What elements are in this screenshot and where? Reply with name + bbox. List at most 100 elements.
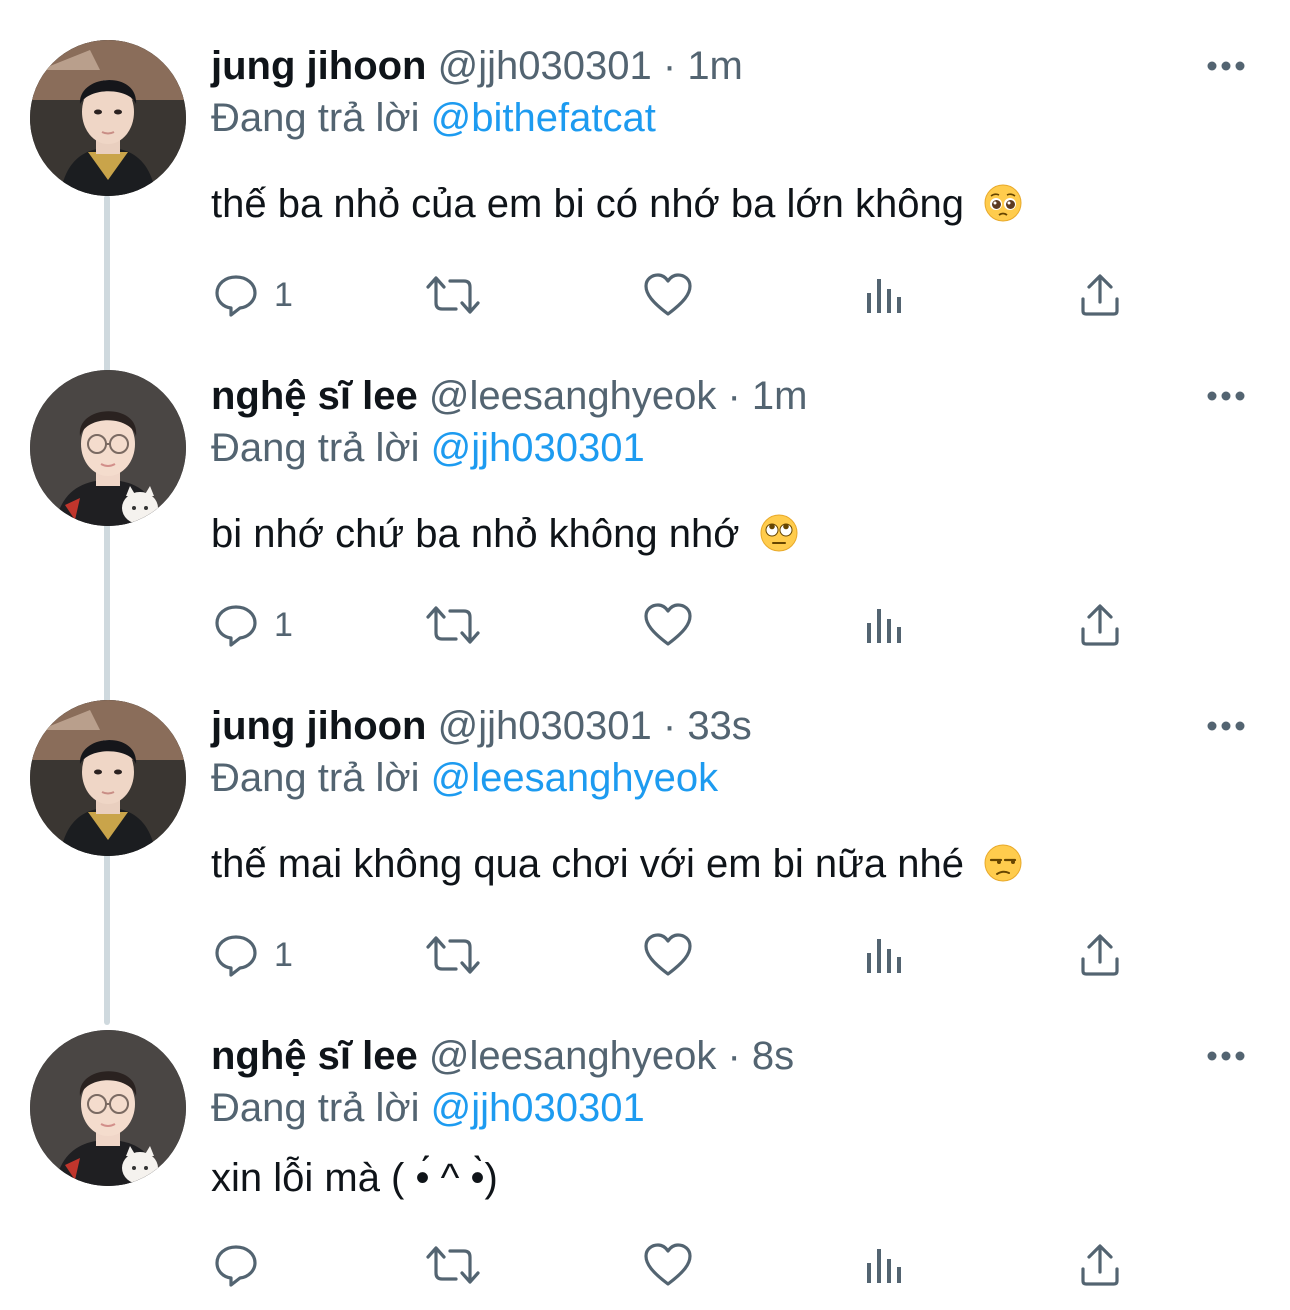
tweet-text-content: xin lỗi mà ( •́ ^ •̀) bbox=[211, 1156, 498, 1200]
replying-to: Đang trả lời @leesanghyeok bbox=[211, 756, 718, 800]
tweet-text-content: thế ba nhỏ của em bi có nhớ ba lớn không bbox=[211, 182, 964, 226]
tweet-header: nghệ sĩ lee @leesanghyeok · 1m bbox=[211, 374, 808, 418]
like-button[interactable] bbox=[642, 910, 694, 1000]
display-name[interactable]: jung jihoon bbox=[211, 44, 427, 88]
tweet-text: xin lỗi mà ( •́ ^ •̀) bbox=[211, 1154, 498, 1202]
retweet-icon bbox=[426, 1246, 480, 1284]
like-icon bbox=[644, 273, 692, 316]
jung-jihoon-avatar bbox=[30, 40, 186, 196]
timestamp[interactable]: 33s bbox=[687, 704, 752, 748]
share-button[interactable] bbox=[1076, 580, 1124, 670]
replying-to-label: Đang trả lời bbox=[211, 1086, 420, 1130]
reply-mention-link[interactable]: @jjh030301 bbox=[431, 426, 645, 470]
view-analytics-button[interactable] bbox=[862, 910, 908, 1000]
more-icon bbox=[1207, 61, 1245, 71]
share-icon bbox=[1081, 274, 1119, 316]
tweet-text: thế mai không qua chơi với em bi nữa nhé bbox=[211, 840, 1023, 888]
tweet-header: jung jihoon @jjh030301 · 33s bbox=[211, 704, 752, 748]
reply-mention-link[interactable]: @leesanghyeok bbox=[431, 756, 718, 800]
tweet[interactable]: jung jihoon @jjh030301 · 1m Đang trả lời… bbox=[0, 0, 1290, 330]
username[interactable]: @jjh030301 bbox=[438, 44, 652, 88]
tweet-actions: 1 bbox=[0, 580, 1290, 670]
reply-button[interactable] bbox=[212, 1220, 260, 1310]
username[interactable]: @leesanghyeok bbox=[429, 374, 716, 418]
retweet-button[interactable] bbox=[424, 250, 482, 340]
more-options-button[interactable] bbox=[1206, 1048, 1246, 1064]
reply-icon bbox=[215, 1245, 257, 1287]
display-name[interactable]: nghệ sĩ lee bbox=[211, 1034, 418, 1078]
timestamp[interactable]: 1m bbox=[687, 44, 743, 88]
share-button[interactable] bbox=[1076, 1220, 1124, 1310]
avatar[interactable] bbox=[30, 1030, 186, 1186]
view-analytics-button[interactable] bbox=[862, 1220, 908, 1310]
like-icon bbox=[644, 1243, 692, 1286]
share-icon bbox=[1081, 934, 1119, 976]
like-button[interactable] bbox=[642, 250, 694, 340]
display-name[interactable]: jung jihoon bbox=[211, 704, 427, 748]
retweet-button[interactable] bbox=[424, 1220, 482, 1310]
reply-mention-link[interactable]: @jjh030301 bbox=[431, 1086, 645, 1130]
avatar[interactable] bbox=[30, 40, 186, 196]
nghe-si-lee-avatar bbox=[30, 1030, 186, 1186]
username[interactable]: @leesanghyeok bbox=[429, 1034, 716, 1078]
replying-to: Đang trả lời @bithefatcat bbox=[211, 96, 656, 140]
timestamp[interactable]: 1m bbox=[752, 374, 808, 418]
reply-mention-link[interactable]: @bithefatcat bbox=[431, 96, 656, 140]
view-analytics-button[interactable] bbox=[862, 250, 908, 340]
like-button[interactable] bbox=[642, 1220, 694, 1310]
share-icon bbox=[1081, 604, 1119, 646]
replying-to: Đang trả lời @jjh030301 bbox=[211, 1086, 645, 1130]
reply-count: 1 bbox=[274, 935, 293, 974]
share-icon bbox=[1081, 1244, 1119, 1286]
avatar[interactable] bbox=[30, 700, 186, 856]
share-button[interactable] bbox=[1076, 250, 1124, 340]
reply-icon bbox=[215, 935, 257, 977]
more-icon bbox=[1207, 1051, 1245, 1061]
pleading-face-emoji-icon bbox=[984, 184, 1022, 222]
avatar[interactable] bbox=[30, 370, 186, 526]
nghe-si-lee-avatar bbox=[30, 370, 186, 526]
tweet[interactable]: nghệ sĩ lee @leesanghyeok · 8s Đang trả … bbox=[0, 990, 1290, 1310]
eye-roll-face-emoji-icon bbox=[760, 514, 798, 552]
more-options-button[interactable] bbox=[1206, 718, 1246, 734]
more-options-button[interactable] bbox=[1206, 58, 1246, 74]
replying-to-label: Đang trả lời bbox=[211, 96, 420, 140]
reply-button[interactable]: 1 bbox=[212, 580, 293, 670]
like-button[interactable] bbox=[642, 580, 694, 670]
tweet-actions: 1 bbox=[0, 910, 1290, 1000]
separator-dot: · bbox=[662, 704, 677, 748]
unamused-face-emoji-icon bbox=[984, 844, 1022, 882]
reply-count: 1 bbox=[274, 605, 293, 644]
replying-to-label: Đang trả lời bbox=[211, 426, 420, 470]
tweet-text-content: bi nhớ chứ ba nhỏ không nhớ bbox=[211, 512, 740, 556]
tweet-actions bbox=[0, 1220, 1290, 1310]
tweet-text: bi nhớ chứ ba nhỏ không nhớ bbox=[211, 510, 799, 558]
separator-dot: · bbox=[727, 1034, 741, 1078]
conversation-thread: jung jihoon @jjh030301 · 1m Đang trả lời… bbox=[0, 0, 1290, 1310]
display-name[interactable]: nghệ sĩ lee bbox=[211, 374, 418, 418]
more-options-button[interactable] bbox=[1206, 388, 1246, 404]
reply-icon bbox=[215, 275, 257, 317]
analytics-icon bbox=[867, 1249, 901, 1283]
reply-icon bbox=[215, 605, 257, 647]
tweet[interactable]: nghệ sĩ lee @leesanghyeok · 1m Đang trả … bbox=[0, 330, 1290, 660]
separator-dot: · bbox=[662, 44, 677, 88]
tweet-header: nghệ sĩ lee @leesanghyeok · 8s bbox=[211, 1034, 794, 1078]
like-icon bbox=[644, 933, 692, 976]
analytics-icon bbox=[867, 609, 901, 643]
view-analytics-button[interactable] bbox=[862, 580, 908, 670]
tweet-text: thế ba nhỏ của em bi có nhớ ba lớn không bbox=[211, 180, 1023, 228]
reply-button[interactable]: 1 bbox=[212, 910, 293, 1000]
replying-to: Đang trả lời @jjh030301 bbox=[211, 426, 645, 470]
username[interactable]: @jjh030301 bbox=[438, 704, 652, 748]
reply-count: 1 bbox=[274, 275, 293, 314]
more-icon bbox=[1207, 721, 1245, 731]
retweet-button[interactable] bbox=[424, 910, 482, 1000]
share-button[interactable] bbox=[1076, 910, 1124, 1000]
retweet-button[interactable] bbox=[424, 580, 482, 670]
reply-button[interactable]: 1 bbox=[212, 250, 293, 340]
timestamp[interactable]: 8s bbox=[752, 1034, 794, 1078]
tweet[interactable]: jung jihoon @jjh030301 · 33s Đang trả lờ… bbox=[0, 660, 1290, 990]
tweet-actions: 1 bbox=[0, 250, 1290, 340]
retweet-icon bbox=[426, 936, 480, 974]
